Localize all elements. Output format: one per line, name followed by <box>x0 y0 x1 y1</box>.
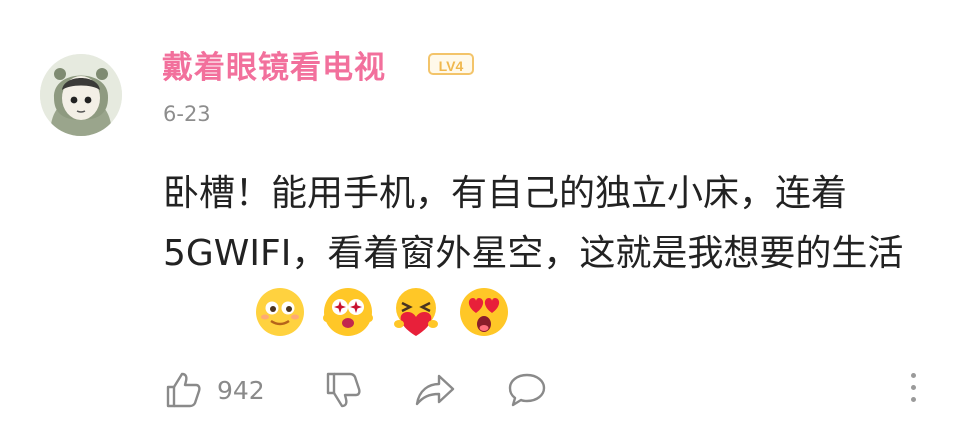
like-count: 942 <box>217 375 265 405</box>
more-options-button[interactable] <box>908 373 918 409</box>
dislike-button[interactable] <box>323 364 363 416</box>
avatar[interactable] <box>40 54 122 136</box>
speech-bubble-icon <box>508 373 546 407</box>
avatar-illustration <box>40 54 122 136</box>
star-eyed-face-emoji <box>323 288 373 336</box>
reply-button[interactable] <box>506 364 548 416</box>
heart-eyes-emoji <box>460 288 508 336</box>
like-button[interactable]: 942 <box>163 364 265 416</box>
username[interactable]: 戴着眼镜看电视 <box>162 42 386 87</box>
more-vertical-icon <box>908 373 918 402</box>
comment-date: 6-23 <box>163 102 211 126</box>
hugging-heart-emoji <box>394 288 438 336</box>
thumbs-up-icon <box>166 372 201 408</box>
smiling-face-emoji <box>256 288 304 336</box>
level-badge: LV4 <box>428 53 474 75</box>
thumbs-down-icon <box>326 372 361 408</box>
comment-text: 卧槽！能用手机，有自己的独立小床，连着5GWIFI，看着窗外星空，这就是我想要的… <box>163 173 904 274</box>
emoji-row <box>254 286 510 338</box>
share-button[interactable] <box>413 364 457 416</box>
share-arrow-icon <box>415 374 455 406</box>
